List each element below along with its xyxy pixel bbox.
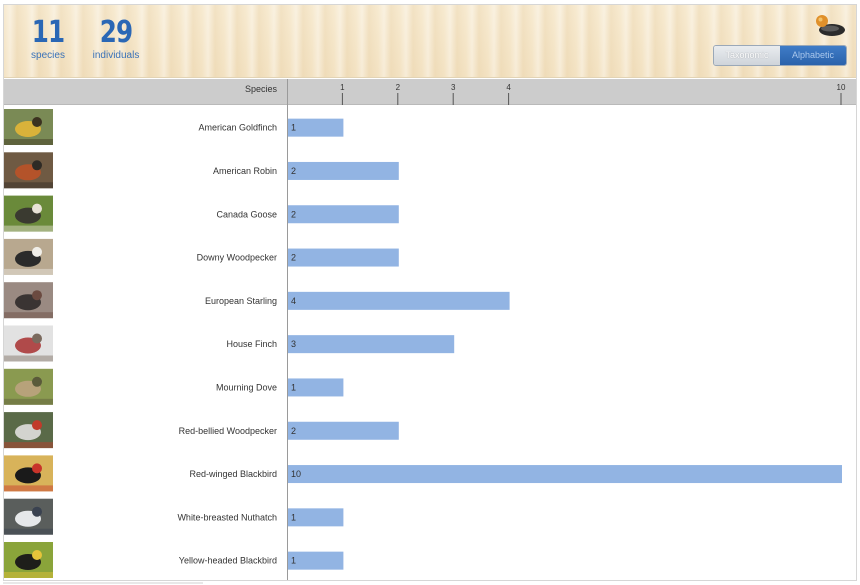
goldfinch-photo [4, 109, 53, 145]
count-bar [288, 248, 399, 267]
species-name-label: House Finch [226, 339, 277, 349]
count-bar [288, 118, 344, 137]
count-data-label: 2 [291, 253, 296, 263]
downy-woodpecker-photo [4, 238, 53, 275]
species-name-label: Yellow-headed Blackbird [179, 556, 277, 566]
count-data-label: 2 [291, 166, 296, 176]
x-tick-label: 1 [340, 83, 345, 92]
count-data-label: 1 [291, 382, 296, 392]
count-bar [288, 291, 510, 310]
goose-photo [4, 195, 53, 232]
species-row[interactable]: American Goldfinch 1 [4, 109, 344, 145]
species-row[interactable]: House Finch 3 [4, 325, 455, 362]
count-data-label: 4 [291, 296, 296, 306]
species-row[interactable]: Mourning Dove 1 [4, 368, 344, 405]
species-row[interactable]: White-breasted Nuthatch 1 [4, 498, 344, 535]
count-data-label: 1 [291, 512, 296, 522]
nuthatch-photo [4, 498, 53, 535]
species-row[interactable]: Red-winged Blackbird 10 [4, 455, 842, 492]
red-winged-blackbird-photo [4, 455, 53, 492]
count-data-label: 1 [291, 556, 296, 566]
x-tick-label: 4 [506, 83, 511, 92]
species-name-label: American Robin [213, 166, 277, 176]
bird-tally-app: 11 species 29 individuals Taxonomic Alph… [3, 4, 857, 581]
species-row[interactable]: European Starling 4 [4, 282, 510, 319]
count-bar [288, 551, 344, 570]
species-count: 11 [31, 15, 65, 50]
x-tick-label: 10 [837, 83, 846, 92]
horizontal-scrollbar[interactable] [3, 582, 203, 584]
count-bar [288, 335, 455, 354]
yellow-headed-blackbird-photo [4, 542, 53, 578]
species-column-header: Species [244, 84, 277, 94]
individuals-count: 29 [99, 15, 133, 50]
axis-header-row: Species 1 2 3 4 10 [4, 79, 856, 105]
sort-toggle[interactable]: Taxonomic Alphabetic [713, 45, 847, 66]
x-tick-label: 2 [396, 83, 401, 92]
count-data-label: 2 [291, 426, 296, 436]
starling-photo [4, 282, 53, 319]
count-bar [288, 465, 842, 484]
summary-header: 11 species 29 individuals Taxonomic Alph… [4, 5, 856, 78]
count-data-label: 3 [291, 339, 296, 349]
species-name-label: European Starling [205, 296, 277, 306]
robin-photo [4, 152, 53, 189]
count-data-label: 2 [291, 209, 296, 219]
count-bar [288, 421, 399, 440]
species-row[interactable]: American Robin 2 [4, 152, 399, 189]
count-data-label: 1 [291, 123, 296, 133]
house-finch-photo [4, 325, 53, 362]
bird-logo-icon [816, 15, 845, 36]
count-bar [288, 378, 344, 397]
sort-taxonomic-button[interactable]: Taxonomic [714, 46, 780, 65]
x-axis: 1 2 3 4 10 [340, 83, 846, 105]
sort-alphabetic-button[interactable]: Alphabetic [780, 46, 846, 65]
species-row[interactable]: Yellow-headed Blackbird 1 [4, 542, 344, 578]
species-row[interactable]: Canada Goose 2 [4, 195, 399, 232]
species-row[interactable]: Red-bellied Woodpecker 2 [4, 412, 399, 449]
species-name-label: Mourning Dove [216, 382, 277, 392]
species-name-label: Red-winged Blackbird [189, 469, 277, 479]
species-name-label: American Goldfinch [198, 123, 277, 133]
count-bar [288, 161, 399, 180]
x-tick-label: 3 [451, 83, 456, 92]
count-data-label: 10 [291, 469, 301, 479]
count-bar [288, 508, 344, 527]
species-name-label: Canada Goose [216, 209, 277, 219]
bar-chart: American Goldfinch 1American Robin 2Canada… [4, 109, 842, 578]
count-bar [288, 205, 399, 224]
species-stat: 11 species [28, 17, 68, 63]
red-bellied-woodpecker-photo [4, 412, 53, 449]
species-row[interactable]: Downy Woodpecker 2 [4, 238, 399, 275]
species-name-label: Red-bellied Woodpecker [179, 426, 277, 436]
individuals-label: individuals [92, 50, 140, 61]
species-name-label: White-breasted Nuthatch [177, 512, 277, 522]
species-label: species [31, 50, 65, 61]
individuals-stat: 29 individuals [88, 17, 144, 63]
mourning-dove-photo [4, 368, 53, 405]
species-name-label: Downy Woodpecker [197, 253, 277, 263]
